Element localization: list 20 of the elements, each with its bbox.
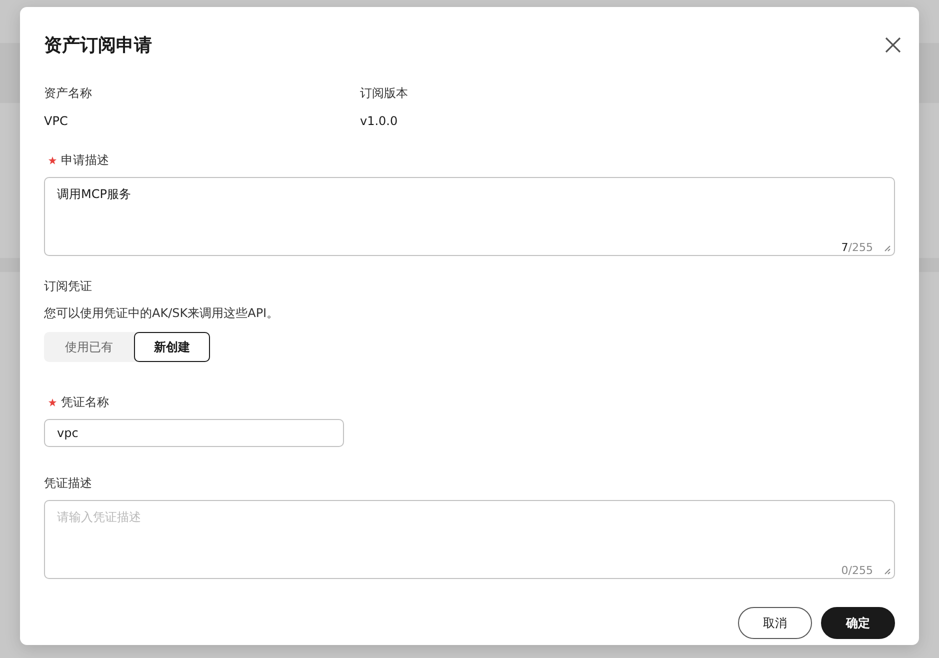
section-title: 订阅凭证	[44, 278, 93, 295]
confirm-button[interactable]: 确定	[821, 607, 895, 639]
cancel-button[interactable]: 取消	[738, 607, 812, 639]
resize-grip-icon[interactable]	[883, 567, 891, 575]
section-hint: 您可以使用凭证中的AK/SK来调用这些API。	[44, 305, 280, 322]
close-button[interactable]	[883, 35, 903, 55]
field-label: 凭证名称	[61, 394, 109, 411]
character-counter: 0/255	[841, 564, 873, 577]
info-label: 订阅版本	[360, 85, 409, 102]
info-value: v1.0.0	[360, 114, 399, 128]
segment-tab[interactable]: 新创建	[134, 332, 210, 362]
info-value: VPC	[44, 114, 69, 128]
resize-grip-icon[interactable]	[883, 244, 891, 252]
info-label: 资产名称	[44, 85, 93, 102]
segment-tab[interactable]: 使用已有	[44, 332, 134, 362]
character-counter: 7/255	[841, 241, 873, 254]
field-label: 申请描述	[61, 152, 109, 169]
dialog-title: 资产订阅申请	[44, 34, 152, 57]
field-label: 凭证描述	[44, 475, 92, 492]
credential-name-input[interactable]: vpc	[44, 419, 344, 447]
